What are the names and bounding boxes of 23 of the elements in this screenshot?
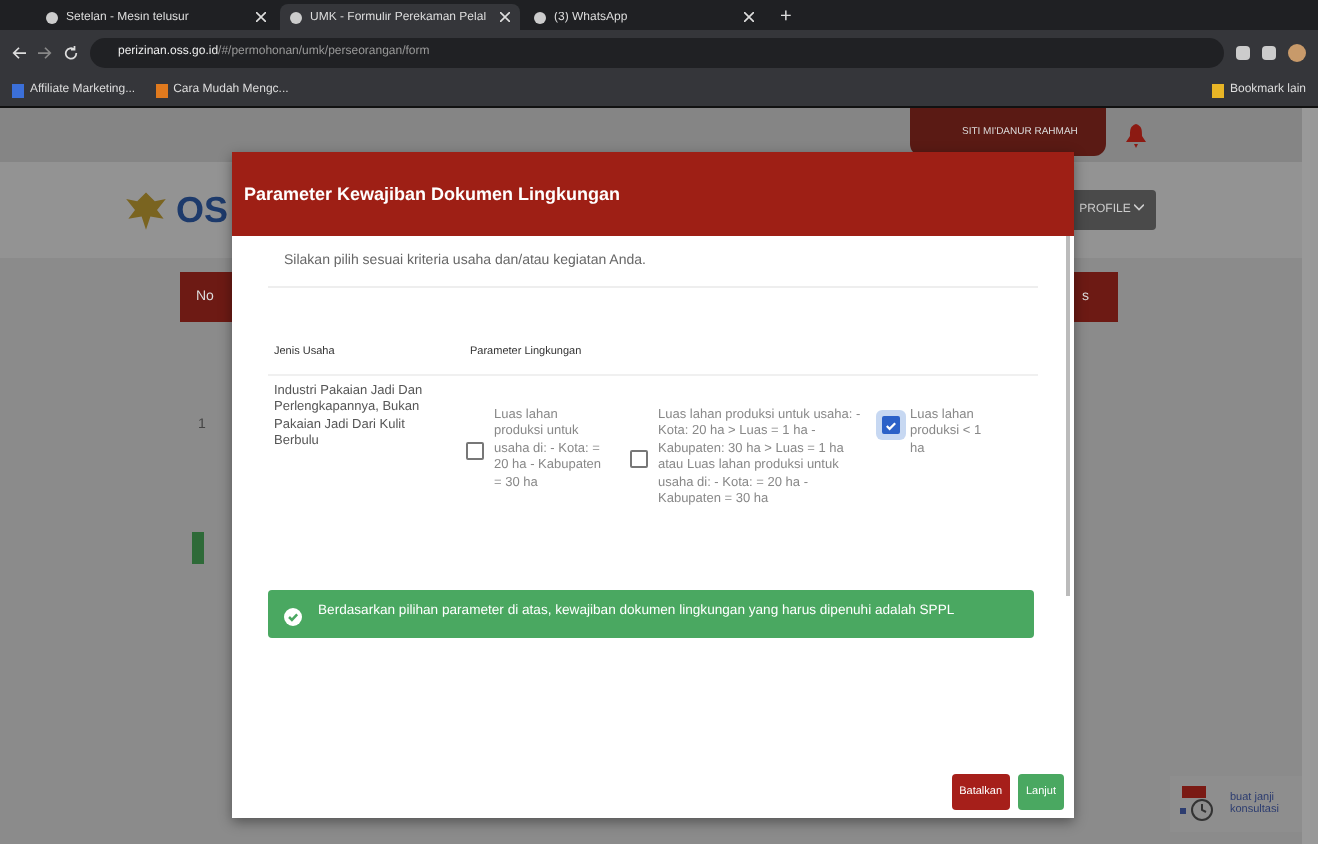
dialog-title: Parameter Kewajiban Dokumen Lingkungan: [244, 184, 621, 204]
back-icon[interactable]: [12, 45, 26, 59]
close-icon[interactable]: [256, 12, 266, 22]
calendar-clock-icon: [1178, 784, 1218, 824]
reload-icon[interactable]: [64, 45, 78, 59]
scrollbar[interactable]: [1302, 108, 1318, 844]
checkbox[interactable]: [630, 449, 648, 468]
tab-favicon-icon: [46, 11, 58, 23]
profile-avatar-icon[interactable]: [1288, 43, 1306, 61]
bell-icon[interactable]: [1125, 124, 1146, 148]
logo-text: OS: [176, 189, 229, 231]
checkbox[interactable]: [882, 416, 900, 434]
close-icon[interactable]: [744, 12, 754, 22]
scrollbar[interactable]: [1066, 236, 1070, 596]
forward-icon[interactable]: [38, 45, 52, 59]
chevron-down-icon: [1134, 204, 1144, 212]
emblem-icon: [124, 188, 168, 232]
tab-favicon-icon: [534, 11, 546, 23]
new-tab-button[interactable]: +: [768, 4, 804, 30]
tab-favicon-icon: [290, 11, 302, 23]
close-icon[interactable]: [500, 12, 510, 22]
checkbox[interactable]: [466, 441, 484, 460]
check-circle-icon: [284, 607, 302, 626]
